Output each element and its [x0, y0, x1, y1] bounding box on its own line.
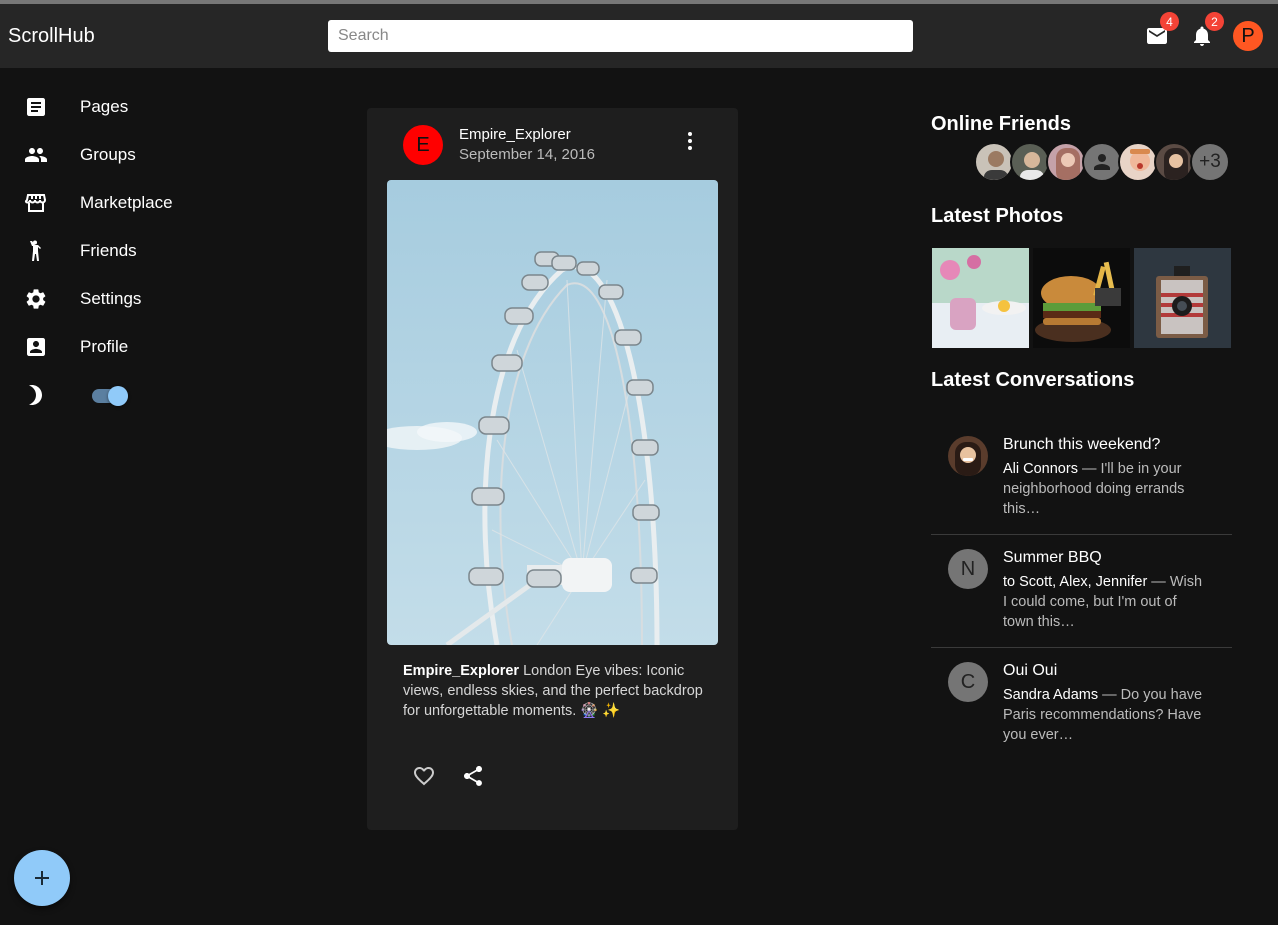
account-box-icon	[24, 335, 48, 359]
toggle-knob	[108, 386, 128, 406]
sidebar-item-marketplace[interactable]: Marketplace	[0, 179, 300, 227]
latest-photos-title: Latest Photos	[931, 205, 1064, 227]
post-more-button[interactable]	[677, 128, 703, 154]
sidebar-item-settings[interactable]: Settings	[0, 275, 300, 323]
plus-icon	[35, 871, 49, 885]
photo-burger[interactable]	[1033, 248, 1130, 348]
conversation-list: Brunch this weekend? Ali Connors — I'll …	[931, 422, 1232, 761]
friend-avatar[interactable]	[1046, 142, 1086, 182]
conversation-item[interactable]: Brunch this weekend? Ali Connors — I'll …	[931, 422, 1232, 535]
dark-mode-row	[0, 371, 300, 419]
sidebar-item-profile[interactable]: Profile	[0, 323, 300, 371]
post-author-avatar[interactable]: E	[403, 125, 443, 165]
sidebar-item-label: Groups	[80, 145, 136, 164]
photo-vintage-camera[interactable]	[1134, 248, 1231, 348]
conversation-avatar: N	[948, 549, 988, 589]
people-icon	[24, 143, 48, 167]
friend-avatar[interactable]	[1010, 142, 1050, 182]
notifications-button[interactable]: 2	[1187, 12, 1224, 51]
conversation-preview: Sandra Adams — Do you have Paris recomme…	[1003, 685, 1203, 745]
app-bar: ScrollHub 4 2 P	[0, 4, 1278, 68]
mail-badge: 4	[1160, 12, 1179, 31]
ferris-wheel-photo[interactable]	[387, 180, 718, 645]
latest-conversations-title: Latest Conversations	[931, 369, 1135, 391]
conversation-item[interactable]: N Summer BBQ to Scott, Alex, Jennifer — …	[931, 535, 1232, 648]
friend-avatar[interactable]	[1082, 142, 1122, 182]
notifications-badge: 2	[1205, 12, 1224, 31]
post-caption: Empire_Explorer London Eye vibes: Iconic…	[403, 661, 708, 721]
conversation-preview: to Scott, Alex, Jennifer — Wish I could …	[1003, 572, 1203, 632]
friend-avatar[interactable]	[1154, 142, 1194, 182]
person-waving-icon	[24, 239, 48, 263]
conversation-title: Summer BBQ	[1003, 549, 1102, 566]
sidebar-item-label: Settings	[80, 289, 142, 308]
conversation-item[interactable]: C Oui Oui Sandra Adams — Do you have Par…	[931, 648, 1232, 761]
conversation-preview: Ali Connors — I'll be in your neighborho…	[1003, 459, 1203, 519]
post-card: E Empire_Explorer September 14, 2016 Emp…	[367, 108, 738, 830]
sidebar-item-groups[interactable]: Groups	[0, 131, 300, 179]
sidebar-item-label: Marketplace	[80, 193, 173, 212]
heart-icon	[414, 767, 434, 786]
post-author-name[interactable]: Empire_Explorer	[459, 126, 571, 143]
online-friends-title: Online Friends	[931, 113, 1072, 135]
conversation-avatar	[948, 436, 988, 476]
gear-icon	[24, 287, 48, 311]
person-icon	[1094, 154, 1110, 170]
brand-logo[interactable]: ScrollHub	[8, 25, 95, 48]
article-icon	[24, 95, 48, 119]
conversation-title: Brunch this weekend?	[1003, 436, 1161, 453]
conversation-avatar: C	[948, 662, 988, 702]
share-icon	[464, 766, 482, 786]
search-input[interactable]	[328, 20, 913, 52]
mail-button[interactable]: 4	[1142, 12, 1179, 51]
sidebar-item-label: Profile	[80, 337, 129, 356]
moon-icon	[24, 383, 48, 407]
conversation-sender: Ali Connors	[1003, 461, 1078, 477]
sidebar-item-label: Friends	[80, 241, 137, 260]
conversation-sender: to Scott, Alex, Jennifer	[1003, 574, 1148, 590]
share-button[interactable]	[458, 761, 488, 791]
like-button[interactable]	[409, 761, 439, 791]
user-avatar[interactable]: P	[1233, 21, 1263, 51]
friend-avatar[interactable]	[1118, 142, 1158, 182]
online-friends-list: +3	[974, 142, 1230, 182]
more-vert-icon	[688, 132, 692, 150]
sidebar-item-label: Pages	[80, 97, 129, 116]
caption-author[interactable]: Empire_Explorer	[403, 663, 519, 679]
latest-photos-grid	[932, 248, 1231, 348]
add-post-button[interactable]	[14, 850, 70, 906]
conversation-title: Oui Oui	[1003, 662, 1058, 679]
sidebar-item-friends[interactable]: Friends	[0, 227, 300, 275]
sidebar-nav: Pages Groups Marketplace Friends Setting…	[0, 83, 300, 419]
storefront-icon	[24, 191, 48, 215]
sidebar-item-pages[interactable]: Pages	[0, 83, 300, 131]
photo-breakfast[interactable]	[932, 248, 1029, 348]
friend-avatar[interactable]	[974, 142, 1014, 182]
dark-mode-toggle[interactable]	[92, 386, 128, 406]
post-date: September 14, 2016	[459, 146, 595, 163]
friends-more-count[interactable]: +3	[1190, 142, 1230, 182]
conversation-sender: Sandra Adams	[1003, 687, 1099, 703]
